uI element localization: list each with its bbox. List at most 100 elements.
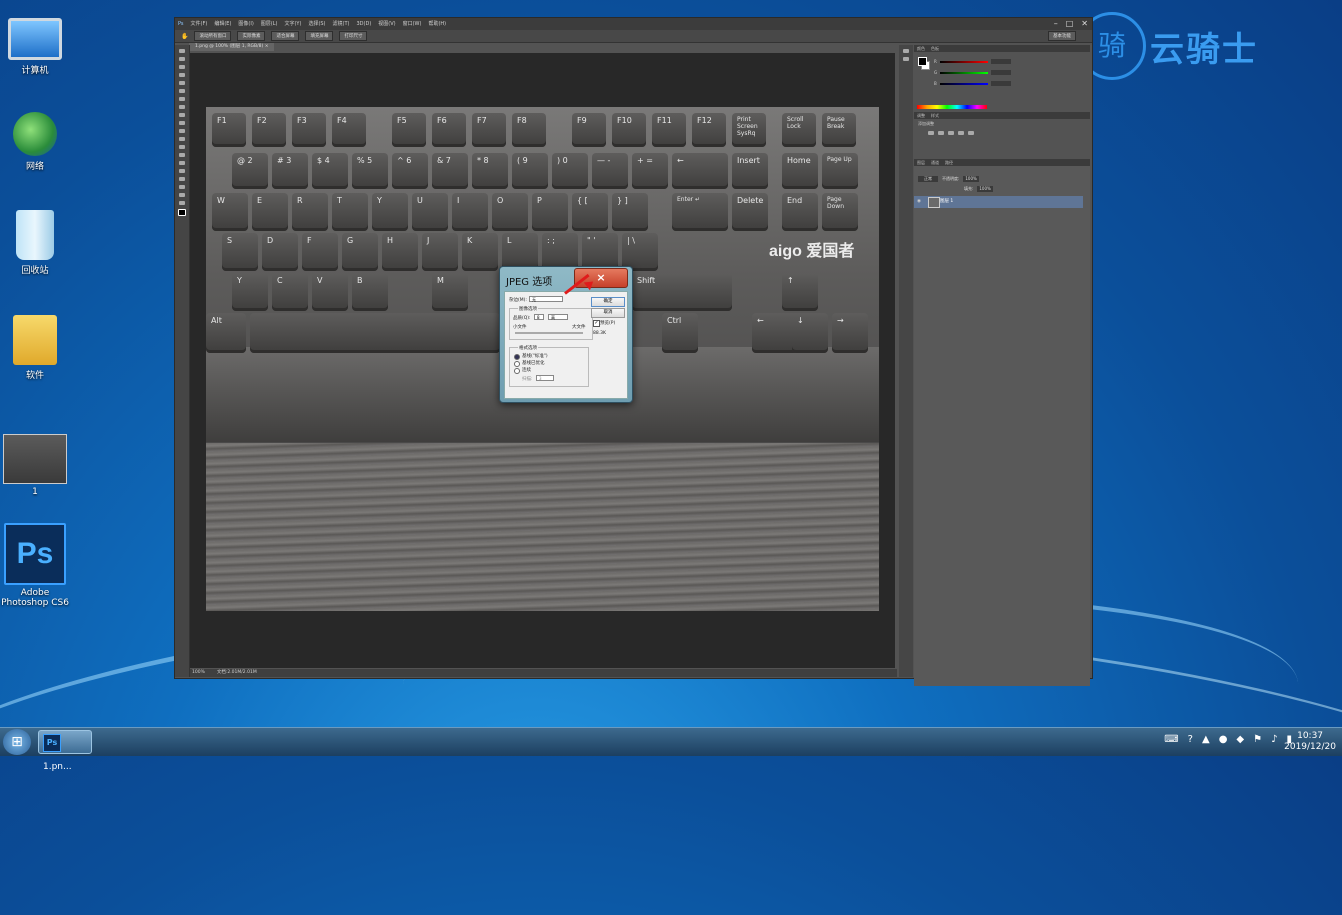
desktop-icon-photoshop[interactable]: Ps Adobe Photoshop CS6 [0, 523, 70, 608]
brightness-icon[interactable] [928, 131, 934, 135]
print-size-button[interactable]: 打印尺寸 [339, 31, 368, 41]
close-icon[interactable]: ✕ [1081, 19, 1088, 28]
quality-level-select[interactable]: 高 [548, 314, 568, 320]
clock[interactable]: 10:37 2019/12/20 [1284, 731, 1336, 753]
quality-input[interactable]: 8 [534, 314, 544, 320]
vibrance-icon[interactable] [968, 131, 974, 135]
blue-slider[interactable]: B [934, 81, 1024, 86]
foreground-color-icon[interactable] [178, 209, 186, 216]
opacity-input[interactable]: 100% [963, 176, 979, 182]
blur-tool-icon[interactable] [179, 145, 185, 149]
desktop-icon-network[interactable]: 网络 [0, 112, 70, 172]
blend-mode-select[interactable]: 正常 [918, 176, 938, 182]
menu-view[interactable]: 视图(V) [378, 18, 395, 30]
desktop-icon-software[interactable]: 软件 [0, 315, 70, 381]
fill-input[interactable]: 100% [977, 186, 993, 192]
adjustments-panel-header: 调整 样式 [914, 112, 1090, 119]
menu-select[interactable]: 选择(S) [308, 18, 325, 30]
red-slider[interactable]: R [934, 59, 1024, 64]
start-button[interactable]: ⊞ [3, 729, 31, 755]
image-file-icon [3, 434, 67, 484]
expand-tray-icon[interactable]: ▲ [1202, 734, 1210, 745]
zoom-level[interactable]: 100% [192, 669, 205, 677]
maximize-icon[interactable]: □ [1066, 19, 1074, 28]
move-tool-icon[interactable] [179, 49, 185, 53]
menu-filter[interactable]: 滤镜(T) [333, 18, 350, 30]
baseline-standard-radio[interactable] [514, 354, 520, 360]
preview-checkbox[interactable]: ✓ [593, 320, 600, 327]
type-tool-icon[interactable] [179, 169, 185, 173]
healing-tool-icon[interactable] [179, 97, 185, 101]
tab-styles[interactable]: 样式 [931, 112, 939, 119]
dialog-body: 杂边(M): 无 图像选项 品质(Q): 8 高 小文件 大文件 格式选项 基线… [504, 291, 628, 399]
tab-layers[interactable]: 图层 [917, 159, 925, 166]
menu-3d[interactable]: 3D(D) [356, 18, 371, 30]
baseline-optimized-radio[interactable] [514, 361, 520, 367]
desktop-icon-computer[interactable]: 计算机 [0, 10, 70, 76]
cancel-button[interactable]: 取消 [591, 308, 625, 318]
tab-swatches[interactable]: 色板 [931, 45, 939, 52]
levels-icon[interactable] [938, 131, 944, 135]
layer-row[interactable]: ◉ 图层 1 [914, 196, 1083, 208]
desktop-icon-image[interactable]: 1 [0, 434, 70, 497]
quick-select-tool-icon[interactable] [179, 73, 185, 77]
volume-icon[interactable]: ♪ [1271, 734, 1277, 745]
fit-screen-button[interactable]: 适合屏幕 [271, 31, 300, 41]
clone-stamp-tool-icon[interactable] [179, 113, 185, 117]
eraser-tool-icon[interactable] [179, 129, 185, 133]
actual-pixels-button[interactable]: 实际像素 [237, 31, 266, 41]
menu-help[interactable]: 帮助(H) [428, 18, 446, 30]
desktop-icon-recycle-bin[interactable]: 回收站 [0, 210, 70, 276]
shape-tool-icon[interactable] [179, 185, 185, 189]
tab-adjustments[interactable]: 调整 [917, 112, 925, 119]
menu-image[interactable]: 图像(I) [238, 18, 253, 30]
scans-select[interactable]: 3 [536, 375, 554, 381]
taskbar-item-photoshop[interactable]: Ps 1.pn... [38, 730, 92, 772]
history-panel-icon[interactable] [903, 49, 909, 53]
quality-slider[interactable] [515, 332, 583, 334]
layer-name[interactable]: 图层 1 [940, 199, 953, 204]
tab-channels[interactable]: 通道 [931, 159, 939, 166]
help-tray-icon[interactable]: ? [1188, 734, 1193, 745]
history-brush-tool-icon[interactable] [179, 121, 185, 125]
tab-color[interactable]: 颜色 [917, 45, 925, 52]
dodge-tool-icon[interactable] [179, 153, 185, 157]
menu-layer[interactable]: 图层(L) [261, 18, 278, 30]
eyedropper-tool-icon[interactable] [179, 89, 185, 93]
gradient-tool-icon[interactable] [179, 137, 185, 141]
eye-icon[interactable]: ◉ [917, 196, 921, 208]
exposure-icon[interactable] [958, 131, 964, 135]
curves-icon[interactable] [948, 131, 954, 135]
foreground-color-swatch[interactable] [918, 57, 927, 66]
document-tab[interactable]: 1.png @ 100% (图层 1, RGB/8) × [189, 43, 275, 51]
menu-window[interactable]: 窗口(W) [403, 18, 422, 30]
pen-tool-icon[interactable] [179, 161, 185, 165]
path-select-tool-icon[interactable] [179, 177, 185, 181]
scroll-all-windows-checkbox[interactable]: 滚动所有窗口 [194, 31, 232, 41]
qq-tray-icon[interactable]: ● [1219, 734, 1228, 745]
preview-label: 预览(P) [600, 321, 616, 326]
menu-type[interactable]: 文字(Y) [284, 18, 301, 30]
menu-file[interactable]: 文件(F) [191, 18, 208, 30]
zoom-tool-icon[interactable] [179, 201, 185, 205]
keyboard-tray-icon[interactable]: ⌨ [1164, 734, 1178, 745]
hand-tool-icon[interactable] [179, 193, 185, 197]
ok-button[interactable]: 确定 [591, 297, 625, 307]
action-center-icon[interactable]: ⚑ [1253, 734, 1262, 745]
marquee-tool-icon[interactable] [179, 57, 185, 61]
tab-paths[interactable]: 路径 [945, 159, 953, 166]
fill-screen-button[interactable]: 填充屏幕 [305, 31, 334, 41]
menu-edit[interactable]: 编辑(E) [214, 18, 231, 30]
crop-tool-icon[interactable] [179, 81, 185, 85]
security-tray-icon[interactable]: ◆ [1236, 734, 1244, 745]
progressive-radio[interactable] [514, 368, 520, 374]
desktop-icon-label: 1 [32, 487, 38, 497]
workspace-selector[interactable]: 基本功能 [1048, 31, 1076, 41]
properties-panel-icon[interactable] [903, 57, 909, 61]
green-slider[interactable]: G [934, 70, 1024, 75]
brush-tool-icon[interactable] [179, 105, 185, 109]
minimize-icon[interactable]: – [1054, 19, 1058, 28]
color-spectrum[interactable] [917, 105, 987, 109]
matte-select[interactable]: 无 [529, 296, 563, 302]
lasso-tool-icon[interactable] [179, 65, 185, 69]
